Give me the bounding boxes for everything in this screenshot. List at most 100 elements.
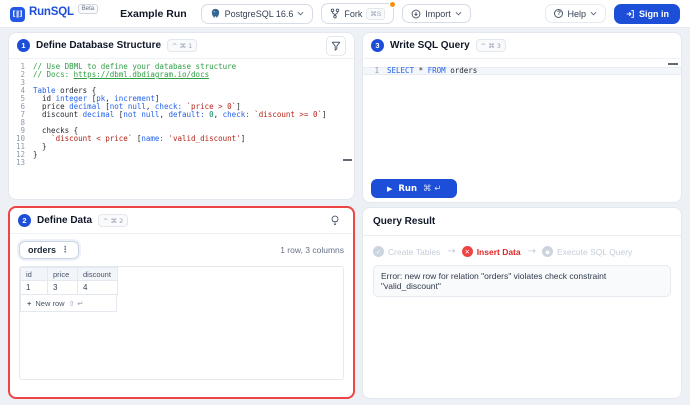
scrollbar-thumb[interactable] <box>668 63 678 65</box>
step-status-icon: ✓ <box>373 246 384 257</box>
sign-in-button[interactable]: Sign in <box>614 4 680 24</box>
top-bar: [‖] RunSQL Beta Example Run PostgreSQL 1… <box>0 0 690 28</box>
define-structure-panel: 1 Define Database Structure ^ ⌘ 1 1// Us… <box>8 32 355 200</box>
import-button-label: Import <box>425 9 451 19</box>
define-data-content: orders ⋮ 1 row, 3 columns idpricediscoun… <box>10 234 353 387</box>
step-create-tables: ✓ Create Tables <box>373 246 440 257</box>
panel-title: Define Database Structure <box>36 40 161 51</box>
plus-icon: + <box>27 299 31 308</box>
new-row-shortcut: ⇧ ↵ <box>69 299 84 308</box>
table-tab-orders[interactable]: orders ⋮ <box>19 241 79 259</box>
step-label: Execute SQL Query <box>557 247 632 257</box>
beta-badge: Beta <box>78 4 98 14</box>
fork-icon <box>330 8 340 19</box>
new-row-button[interactable]: + New row ⇧ ↵ <box>20 295 117 312</box>
data-grid: idpricediscount134 + New row ⇧ ↵ <box>19 266 344 380</box>
query-result-panel: Query Result ✓ Create Tables → ✕ Insert Data… <box>362 207 682 399</box>
help-button[interactable]: ? Help <box>545 4 606 23</box>
new-row-label: New row <box>35 299 64 308</box>
database-selector-label: PostgreSQL 16.6 <box>225 9 294 19</box>
code-line: 12} <box>9 151 354 159</box>
write-query-header: 3 Write SQL Query ^ ⌘ 3 <box>363 33 681 59</box>
step-insert-data: ✕ Insert Data <box>462 246 521 257</box>
hint-button[interactable] <box>325 211 345 231</box>
format-icon <box>331 41 341 51</box>
chevron-down-icon <box>455 11 462 16</box>
fork-button[interactable]: Fork ⌘S <box>321 3 394 24</box>
panel-title: Write SQL Query <box>390 40 470 51</box>
lightbulb-icon <box>330 215 340 226</box>
format-code-button[interactable] <box>326 36 346 56</box>
kebab-menu-icon[interactable]: ⋮ <box>61 245 70 255</box>
table-cell[interactable]: 1 <box>21 281 48 295</box>
code-line: 1SELECT * FROM orders <box>363 67 681 75</box>
line-number: 13 <box>9 159 33 167</box>
step-status-icon: ✕ <box>462 246 473 257</box>
document-title: Example Run <box>120 8 187 20</box>
run-button-label: Run <box>398 184 417 194</box>
database-selector[interactable]: PostgreSQL 16.6 <box>201 4 314 24</box>
main-content: 1 Define Database Structure ^ ⌘ 1 1// Us… <box>0 28 690 405</box>
column-header-id: id <box>21 268 48 281</box>
step-number-badge: 2 <box>18 214 31 227</box>
code-line: 13 <box>9 159 354 167</box>
step-number-badge: 3 <box>371 39 384 52</box>
runsql-logo[interactable]: [‖] RunSQL Beta <box>10 6 98 22</box>
table-row: 134 <box>21 281 118 295</box>
table-tab-label: orders <box>28 245 56 255</box>
scrollbar-thumb[interactable] <box>343 159 352 161</box>
runsql-logo-text: RunSQL <box>29 6 74 18</box>
dbml-editor[interactable]: 1// Use DBML to define your database str… <box>9 59 354 167</box>
code-text: `discount < price` [name: 'valid_discoun… <box>33 135 245 143</box>
fork-shortcut-badge: ⌘S <box>366 8 385 20</box>
code-text: SELECT * FROM orders <box>387 67 477 75</box>
shortcut-badge: ^ ⌘ 3 <box>476 39 506 52</box>
play-icon: ▶ <box>387 185 392 193</box>
sign-in-icon <box>625 9 635 19</box>
data-grid-table: idpricediscount134 <box>20 267 118 295</box>
postgresql-icon <box>210 8 221 19</box>
panel-title: Define Data <box>37 215 92 226</box>
line-number: 1 <box>363 67 387 75</box>
define-structure-header: 1 Define Database Structure ^ ⌘ 1 <box>9 33 354 59</box>
define-data-panel: 2 Define Data ^ ⌘ 2 orders ⋮ 1 row, 3 c <box>8 206 355 399</box>
panel-title: Query Result <box>373 216 435 227</box>
query-result-header: Query Result <box>363 208 681 236</box>
shortcut-badge: ^ ⌘ 1 <box>167 39 197 52</box>
shortcut-badge: ^ ⌘ 2 <box>98 214 128 227</box>
write-query-panel: 3 Write SQL Query ^ ⌘ 3 1SELECT * FROM o… <box>362 32 682 203</box>
execution-steps: ✓ Create Tables → ✕ Insert Data → ▪ Execute SQL… <box>363 236 681 264</box>
code-text: } <box>33 151 38 159</box>
help-icon: ? <box>554 9 563 18</box>
chevron-down-icon <box>590 11 597 16</box>
table-summary: 1 row, 3 columns <box>280 245 344 255</box>
step-status-icon: ▪ <box>542 246 553 257</box>
code-line: 10 `discount < price` [name: 'valid_disc… <box>9 135 354 143</box>
code-line: 2// Docs: https://dbml.dbdiagram.io/docs <box>9 71 354 79</box>
column-header-discount: discount <box>78 268 118 281</box>
chevron-down-icon <box>297 11 304 16</box>
import-icon <box>411 9 421 19</box>
step-arrow-icon: → <box>447 246 454 257</box>
step-arrow-icon: → <box>528 246 535 257</box>
run-shortcut: ⌘ ↵ <box>423 184 441 194</box>
table-tab-row: orders ⋮ 1 row, 3 columns <box>19 241 344 259</box>
step-label: Insert Data <box>477 247 521 257</box>
define-data-header: 2 Define Data ^ ⌘ 2 <box>10 208 353 234</box>
help-button-label: Help <box>567 9 586 19</box>
column-header-price: price <box>48 268 78 281</box>
table-cell[interactable]: 3 <box>48 281 78 295</box>
sign-in-label: Sign in <box>639 9 669 19</box>
step-label: Create Tables <box>388 247 440 257</box>
code-line: 11 } <box>9 143 354 151</box>
code-text: // Docs: https://dbml.dbdiagram.io/docs <box>33 71 209 79</box>
sql-editor[interactable]: 1SELECT * FROM orders <box>363 59 681 75</box>
table-cell[interactable]: 4 <box>78 281 118 295</box>
fork-button-label: Fork <box>344 9 362 19</box>
step-execute-sql-query: ▪ Execute SQL Query <box>542 246 632 257</box>
import-button[interactable]: Import <box>402 4 471 23</box>
run-button[interactable]: ▶ Run ⌘ ↵ <box>371 179 457 198</box>
code-line: 7 discount decimal [not null, default: 0… <box>9 111 354 119</box>
code-text: discount decimal [not null, default: 0, … <box>33 111 327 119</box>
notification-dot <box>389 1 396 8</box>
